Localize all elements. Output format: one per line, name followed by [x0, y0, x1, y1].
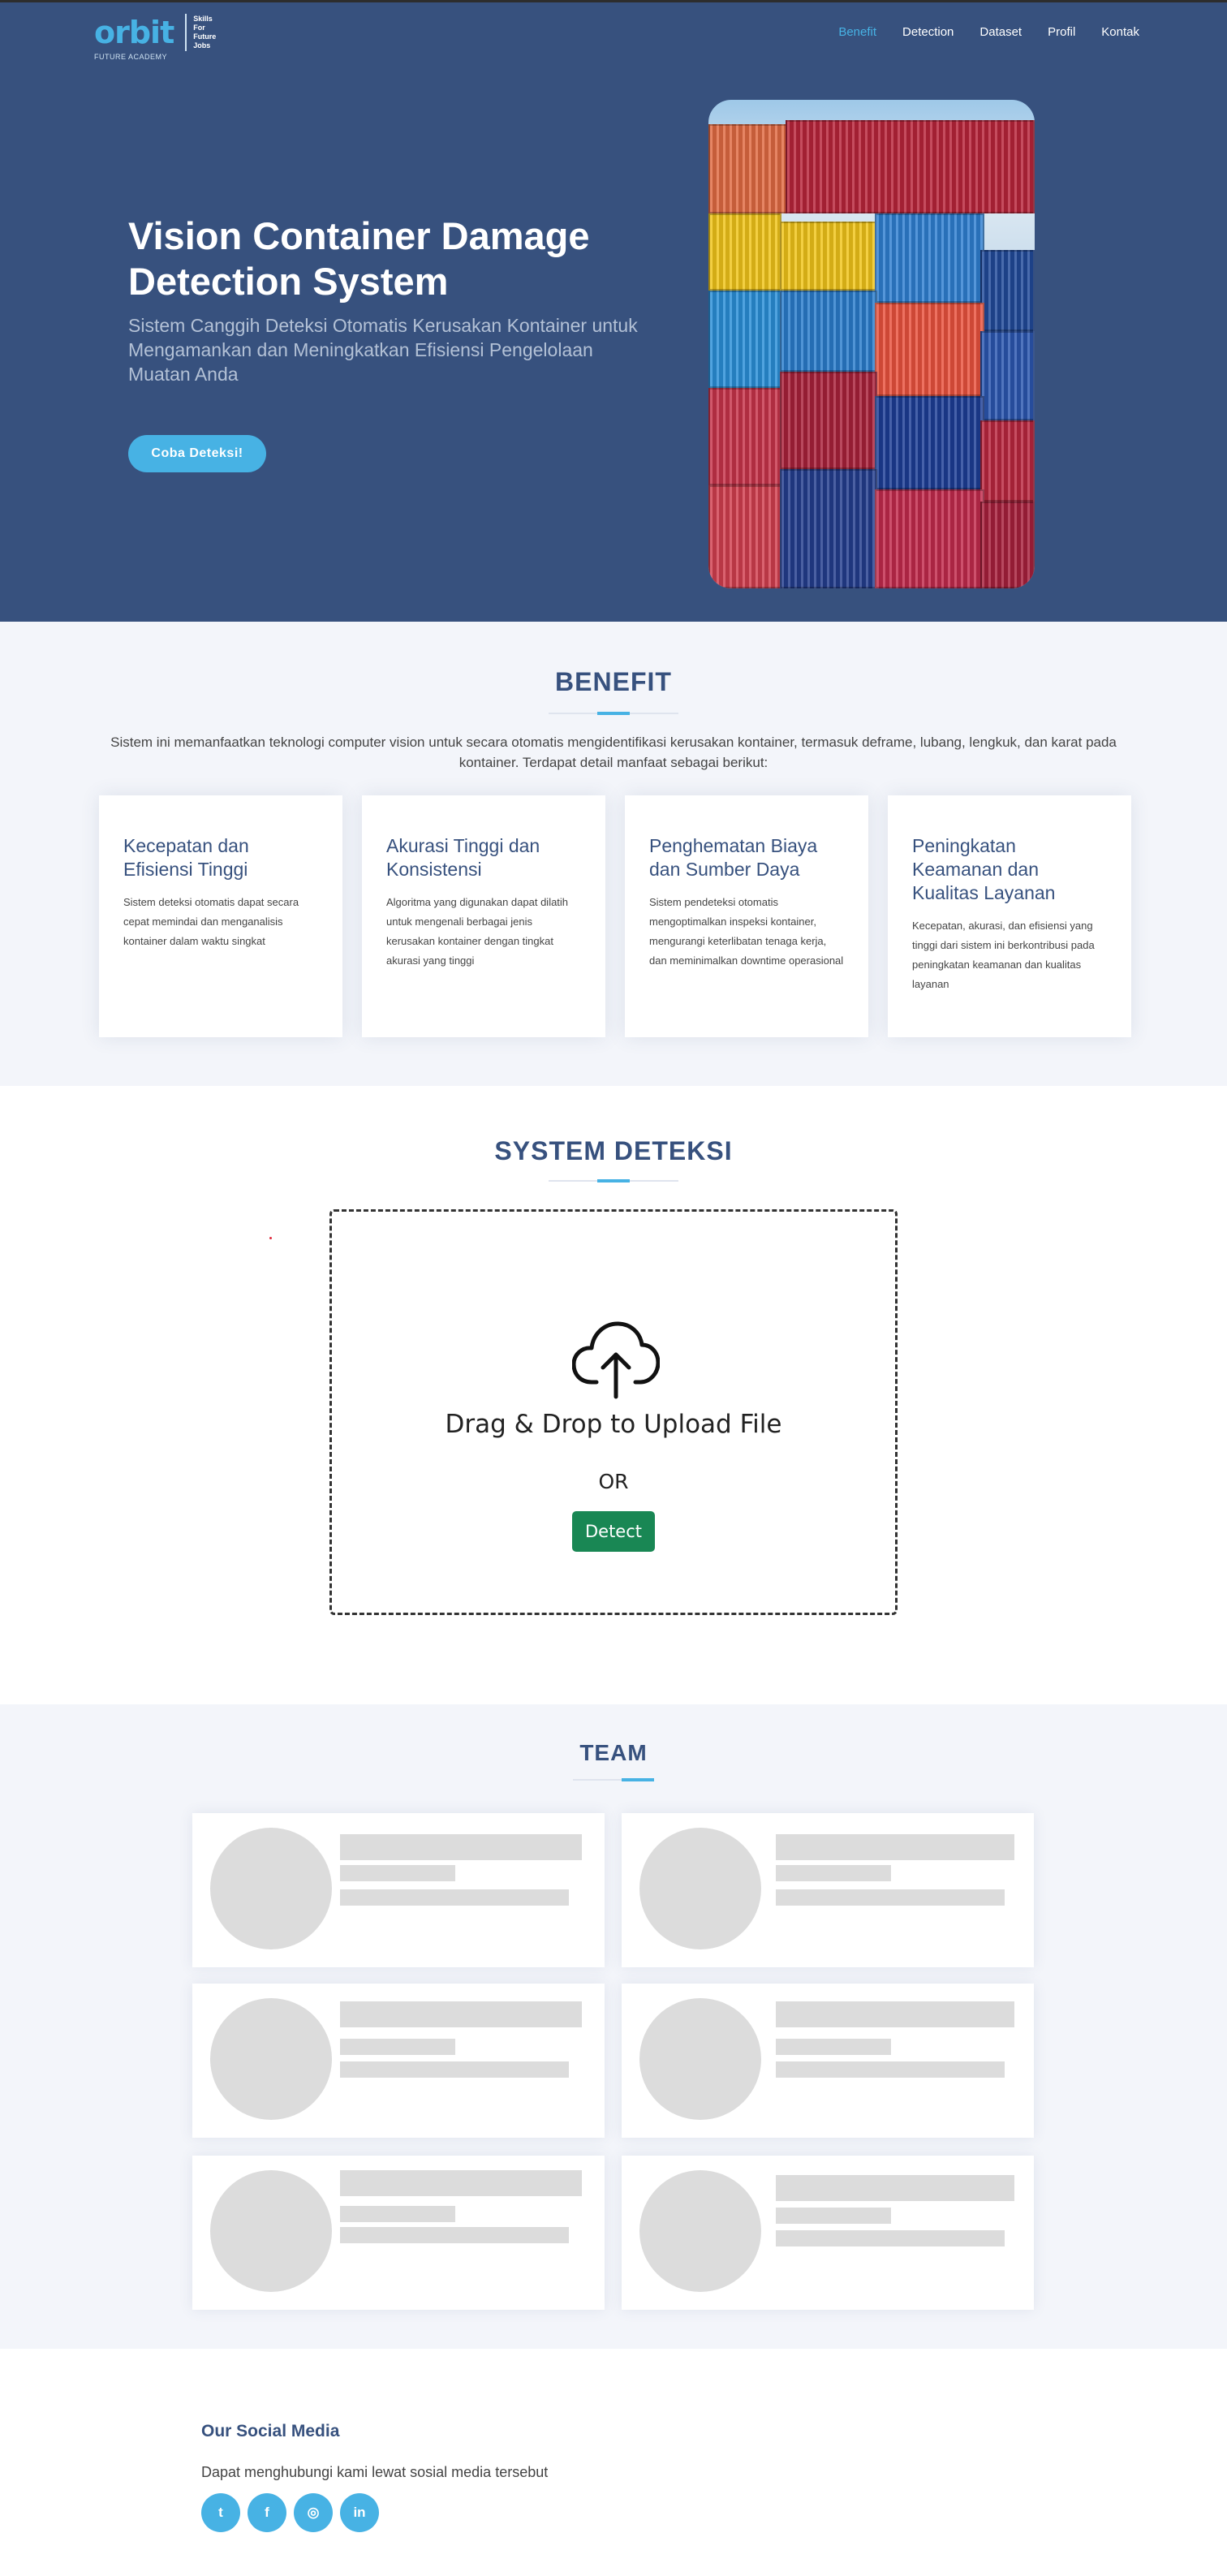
detect-button[interactable]: Detect [572, 1511, 655, 1552]
logo-wordmark: orbit [94, 15, 174, 50]
cloud-upload-icon [572, 1321, 660, 1399]
skeleton-line [340, 2170, 582, 2196]
detection-title-underline [549, 1179, 678, 1182]
skeleton-line [776, 2061, 1005, 2078]
detection-section: SYSTEM DETEKSI Drag & Drop to Upload Fil… [0, 1086, 1227, 1704]
skeleton-line [776, 2039, 891, 2055]
main-nav: Benefit Detection Dataset Profil Kontak [838, 25, 1139, 39]
team-title-underline [573, 1778, 654, 1781]
instagram-icon[interactable]: ◎ [294, 2493, 333, 2532]
navbar: orbit FUTURE ACADEMY Skills For Future J… [0, 2, 1227, 67]
logo-tagline: Skills For Future Jobs [193, 15, 217, 50]
benefit-title-underline [549, 712, 678, 715]
detection-title: SYSTEM DETEKSI [494, 1136, 733, 1165]
benefit-card: Kecepatan dan Efisiensi Tinggi Sistem de… [99, 795, 342, 1037]
hero-section: orbit FUTURE ACADEMY Skills For Future J… [0, 0, 1227, 622]
team-card-placeholder [192, 1813, 605, 1967]
benefit-section: BENEFIT Sistem ini memanfaatkan teknolog… [0, 622, 1227, 1086]
skeleton-line [340, 2039, 455, 2055]
skeleton-line [776, 2001, 1014, 2027]
nav-item-detection[interactable]: Detection [902, 25, 954, 39]
dropzone-label: Drag & Drop to Upload File [445, 1410, 782, 1439]
file-dropzone[interactable]: Drag & Drop to Upload File OR Detect [329, 1209, 898, 1615]
avatar-placeholder [639, 2170, 761, 2292]
avatar-placeholder [639, 1828, 761, 1949]
team-card-placeholder [622, 1813, 1034, 1967]
hero-title: Vision Container Damage Detection System [128, 214, 590, 303]
skeleton-line [340, 1889, 569, 1906]
skeleton-line [776, 2208, 891, 2224]
avatar-placeholder [210, 2170, 332, 2292]
skeleton-line [340, 2206, 455, 2222]
facebook-icon[interactable]: f [248, 2493, 286, 2532]
benefit-card-title: Penghematan Biaya dan Sumber Daya [649, 835, 818, 880]
linkedin-icon[interactable]: in [340, 2493, 379, 2532]
hero-subtitle: Sistem Canggih Deteksi Otomatis Kerusaka… [128, 315, 638, 385]
logo-subtitle: FUTURE ACADEMY [94, 53, 168, 61]
nav-item-benefit[interactable]: Benefit [838, 25, 876, 39]
skeleton-line [776, 1834, 1014, 1860]
team-title: TEAM [579, 1740, 648, 1765]
nav-item-dataset[interactable]: Dataset [979, 25, 1022, 39]
nav-item-kontak[interactable]: Kontak [1101, 25, 1139, 39]
nav-item-profil[interactable]: Profil [1048, 25, 1075, 39]
skeleton-line [340, 1834, 582, 1860]
benefit-title: BENEFIT [555, 667, 672, 696]
skeleton-line [776, 1865, 891, 1881]
skeleton-line [776, 2230, 1005, 2246]
skeleton-line [340, 2001, 582, 2027]
benefit-card-text: Sistem deteksi otomatis dapat secara cep… [123, 896, 299, 947]
footer: Our Social Media Dapat menghubungi kami … [0, 2349, 1227, 2576]
hero-container-image [708, 100, 1035, 588]
benefit-card-text: Kecepatan, akurasi, dan efisiensi yang t… [912, 920, 1095, 990]
benefit-description: Sistem ini memanfaatkan teknologi comput… [110, 734, 1117, 770]
twitter-icon[interactable]: t [201, 2493, 240, 2532]
avatar-placeholder [639, 1998, 761, 2120]
red-dot-marker [269, 1237, 272, 1239]
skeleton-line [340, 2227, 569, 2243]
team-card-placeholder [622, 2156, 1034, 2310]
social-media-description: Dapat menghubungi kami lewat sosial medi… [201, 2464, 549, 2480]
benefit-card-title: Peningkatan Keamanan dan Kualitas Layana… [912, 835, 1056, 903]
avatar-placeholder [210, 1998, 332, 2120]
benefit-card: Peningkatan Keamanan dan Kualitas Layana… [888, 795, 1131, 1037]
dropzone-or: OR [598, 1470, 629, 1493]
benefit-card: Penghematan Biaya dan Sumber Daya Sistem… [625, 795, 868, 1037]
skeleton-line [776, 2175, 1014, 2201]
try-detection-button[interactable]: Coba Deteksi! [128, 435, 266, 472]
benefit-card-title: Akurasi Tinggi dan Konsistensi [386, 835, 540, 880]
team-section: TEAM [0, 1704, 1227, 2349]
skeleton-line [340, 2061, 569, 2078]
skeleton-line [340, 1865, 455, 1881]
benefit-card-text: Sistem pendeteksi otomatis mengoptimalka… [649, 896, 844, 967]
skeleton-line [776, 1889, 1005, 1906]
social-media-title: Our Social Media [201, 2422, 340, 2440]
benefit-card-text: Algoritma yang digunakan dapat dilatih u… [386, 896, 569, 967]
team-card-placeholder [622, 1984, 1034, 2138]
avatar-placeholder [210, 1828, 332, 1949]
benefit-card-title: Kecepatan dan Efisiensi Tinggi [123, 835, 249, 880]
team-card-placeholder [192, 1984, 605, 2138]
logo[interactable]: orbit FUTURE ACADEMY Skills For Future J… [94, 14, 217, 61]
logo-divider [185, 14, 187, 51]
benefit-card: Akurasi Tinggi dan Konsistensi Algoritma… [362, 795, 605, 1037]
team-card-placeholder [192, 2156, 605, 2310]
